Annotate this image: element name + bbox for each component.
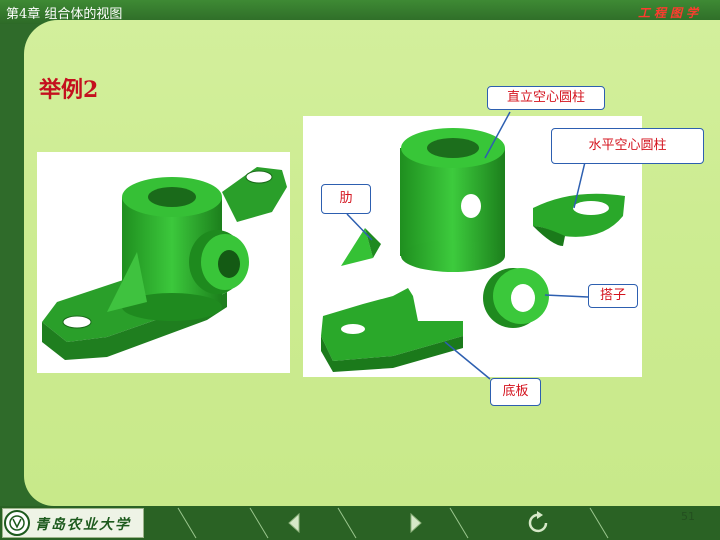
horizontal-hollow-cylinder-part bbox=[533, 193, 625, 246]
rib-part bbox=[341, 228, 381, 266]
university-name: 青岛农业大学 bbox=[35, 517, 131, 533]
course-title: 工程图学 bbox=[637, 6, 702, 20]
assembled-part-drawing bbox=[42, 167, 287, 360]
callout-rib: 肋 bbox=[321, 184, 371, 214]
callout-boss: 搭子 bbox=[588, 284, 638, 308]
return-button[interactable] bbox=[524, 510, 554, 536]
previous-button[interactable] bbox=[280, 510, 310, 536]
return-icon bbox=[528, 511, 548, 533]
next-icon bbox=[410, 512, 422, 534]
callout-horizontal-hollow-cylinder: 水平空心圆柱 bbox=[551, 128, 704, 164]
slide-heading: 举例2 bbox=[39, 77, 99, 103]
callout-vertical-hollow-cylinder: 直立空心圆柱 bbox=[487, 86, 605, 110]
next-button[interactable] bbox=[400, 510, 430, 536]
boss-part bbox=[483, 268, 549, 328]
previous-icon bbox=[288, 512, 300, 534]
assembled-part-image bbox=[37, 152, 290, 373]
page-number: 51 bbox=[681, 510, 695, 523]
university-logo: 青岛农业大学 bbox=[2, 508, 144, 538]
callout-base-plate: 底板 bbox=[490, 378, 541, 406]
base-plate-part bbox=[321, 288, 463, 372]
vertical-hollow-cylinder-part bbox=[400, 128, 505, 272]
